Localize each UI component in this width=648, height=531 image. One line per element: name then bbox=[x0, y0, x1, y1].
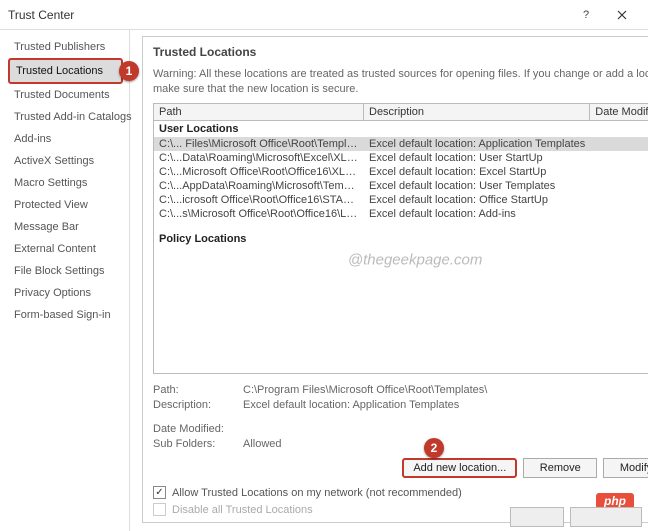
main-area: Trusted Publishers Trusted Locations 1 T… bbox=[0, 30, 648, 531]
table-row[interactable]: C:\...s\Microsoft Office\Root\Office16\L… bbox=[154, 207, 648, 221]
close-button[interactable] bbox=[604, 3, 640, 27]
sidebar-item-addins[interactable]: Add-ins bbox=[8, 128, 123, 150]
allow-network-option[interactable]: Allow Trusted Locations on my network (n… bbox=[153, 484, 648, 501]
sidebar-item-privacy-options[interactable]: Privacy Options bbox=[8, 282, 123, 304]
col-path[interactable]: Path bbox=[154, 104, 364, 120]
table-row[interactable]: C:\...icrosoft Office\Root\Office16\STAR… bbox=[154, 193, 648, 207]
table-header: Path Description Date Modified ▾ bbox=[154, 104, 648, 121]
sidebar-item-trusted-documents[interactable]: Trusted Documents bbox=[8, 84, 123, 106]
trusted-locations-panel: Trusted Locations Warning: All these loc… bbox=[142, 36, 648, 523]
callout-2: 2 bbox=[424, 438, 444, 458]
modify-button[interactable]: Modify... bbox=[603, 458, 648, 478]
button-row: 2 Add new location... Remove Modify... bbox=[153, 458, 648, 478]
sidebar-item-label: Trusted Locations bbox=[16, 65, 103, 77]
sidebar-item-trusted-publishers[interactable]: Trusted Publishers bbox=[8, 36, 123, 58]
ok-button[interactable]: OK bbox=[510, 507, 564, 527]
sidebar-item-activex-settings[interactable]: ActiveX Settings bbox=[8, 150, 123, 172]
help-button[interactable]: ? bbox=[568, 3, 604, 27]
cancel-button[interactable]: Cancel bbox=[570, 507, 642, 527]
sidebar-item-macro-settings[interactable]: Macro Settings bbox=[8, 172, 123, 194]
table-row[interactable]: C:\...AppData\Roaming\Microsoft\Template… bbox=[154, 179, 648, 193]
sidebar: Trusted Publishers Trusted Locations 1 T… bbox=[0, 30, 130, 531]
window-title: Trust Center bbox=[8, 8, 568, 22]
table-row[interactable]: C:\... Files\Microsoft Office\Root\Templ… bbox=[154, 137, 648, 151]
sidebar-item-protected-view[interactable]: Protected View bbox=[8, 194, 123, 216]
callout-1: 1 bbox=[119, 61, 139, 81]
col-description[interactable]: Description bbox=[364, 104, 590, 120]
add-new-location-button[interactable]: Add new location... bbox=[402, 458, 517, 478]
table-row[interactable]: C:\...Data\Roaming\Microsoft\Excel\XLSTA… bbox=[154, 151, 648, 165]
detail-subfolders-label: Sub Folders: bbox=[153, 438, 243, 450]
sidebar-item-file-block-settings[interactable]: File Block Settings bbox=[8, 260, 123, 282]
detail-subfolders-value: Allowed bbox=[243, 438, 648, 450]
table-row[interactable]: C:\...Microsoft Office\Root\Office16\XLS… bbox=[154, 165, 648, 179]
close-icon bbox=[617, 10, 627, 20]
detail-date-label: Date Modified: bbox=[153, 423, 243, 435]
warning-text: Warning: All these locations are treated… bbox=[153, 67, 648, 97]
detail-desc-label: Description: bbox=[153, 399, 243, 411]
panel-title: Trusted Locations bbox=[153, 45, 648, 59]
sidebar-item-form-based-signin[interactable]: Form-based Sign-in bbox=[8, 304, 123, 326]
checkbox-icon[interactable] bbox=[153, 486, 166, 499]
watermark-text: @thegeekpage.com bbox=[348, 251, 482, 268]
detail-path-value: C:\Program Files\Microsoft Office\Root\T… bbox=[243, 384, 648, 396]
titlebar: Trust Center ? bbox=[0, 0, 648, 30]
section-policy-locations: Policy Locations bbox=[154, 231, 648, 247]
col-date-modified[interactable]: Date Modified ▾ bbox=[590, 104, 648, 120]
sidebar-item-trusted-locations[interactable]: Trusted Locations 1 bbox=[8, 58, 123, 84]
details-block: Path: C:\Program Files\Microsoft Office\… bbox=[153, 384, 648, 450]
remove-button[interactable]: Remove bbox=[523, 458, 597, 478]
section-user-locations: User Locations bbox=[154, 121, 648, 137]
checkbox-icon[interactable] bbox=[153, 503, 166, 516]
locations-table[interactable]: Path Description Date Modified ▾ User Lo… bbox=[153, 103, 648, 374]
detail-path-label: Path: bbox=[153, 384, 243, 396]
sidebar-item-trusted-addin-catalogs[interactable]: Trusted Add-in Catalogs bbox=[8, 106, 123, 128]
sidebar-item-message-bar[interactable]: Message Bar bbox=[8, 216, 123, 238]
detail-date-value bbox=[243, 423, 648, 435]
content: Trusted Locations Warning: All these loc… bbox=[130, 30, 648, 531]
detail-desc-value: Excel default location: Application Temp… bbox=[243, 399, 648, 411]
dialog-footer: OK Cancel bbox=[510, 507, 642, 527]
sidebar-item-external-content[interactable]: External Content bbox=[8, 238, 123, 260]
